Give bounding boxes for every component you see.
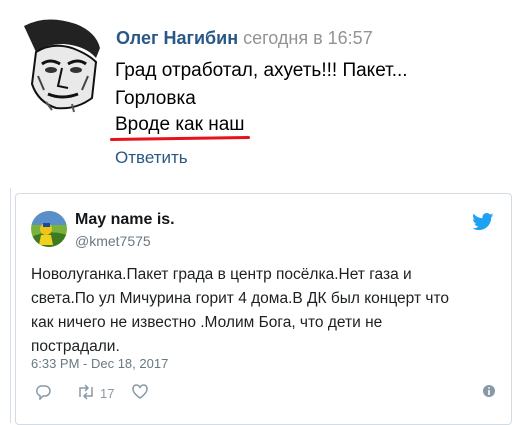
- info-icon[interactable]: [482, 384, 496, 398]
- tweet-avatar[interactable]: [31, 211, 67, 247]
- post-text-line-3: Вроде как наш: [115, 114, 245, 135]
- retweet-button[interactable]: 17: [76, 384, 114, 403]
- tweet-timestamp[interactable]: 6:33 PM - Dec 18, 2017: [31, 356, 168, 371]
- retweet-count: 17: [100, 386, 115, 401]
- embedded-tweet: May name is. @kmet7575 Новолуганка.Пакет…: [15, 193, 512, 425]
- post-text-line-2: Горловка: [115, 88, 196, 109]
- vk-post: Олег Нагибин сегодня в 16:57 Град отработ…: [0, 0, 528, 190]
- author-name[interactable]: Олег Нагибин: [116, 28, 238, 48]
- tweet-handle[interactable]: @kmet7575: [75, 233, 151, 249]
- reply-icon[interactable]: [35, 384, 51, 400]
- tweet-actions: 17: [31, 384, 496, 406]
- reply-button[interactable]: Ответить: [115, 148, 188, 168]
- post-header: Олег Нагибин сегодня в 16:57: [116, 28, 373, 49]
- red-underline-annotation: [109, 136, 251, 141]
- tweet-text-line: как ничего не известно .Молим Бога, что …: [31, 314, 383, 331]
- retweet-icon[interactable]: [76, 384, 96, 403]
- tweet-text-line: света.По ул Мичурина горит 4 дома.В ДК б…: [31, 290, 449, 307]
- tweet-text-line: Новолуганка.Пакет града в центр посёлка.…: [31, 266, 412, 283]
- post-time[interactable]: сегодня в 16:57: [243, 28, 373, 48]
- author-avatar[interactable]: [16, 18, 106, 114]
- tweet-author-name[interactable]: May name is.: [75, 211, 175, 229]
- left-divider: [10, 188, 11, 423]
- post-text-line-1: Град отработал, ахуеть!!! Пакет...: [115, 60, 408, 81]
- tweet-text: Новолуганка.Пакет града в центр посёлка.…: [31, 263, 451, 359]
- like-icon[interactable]: [132, 384, 148, 399]
- twitter-bird-icon[interactable]: [472, 213, 494, 231]
